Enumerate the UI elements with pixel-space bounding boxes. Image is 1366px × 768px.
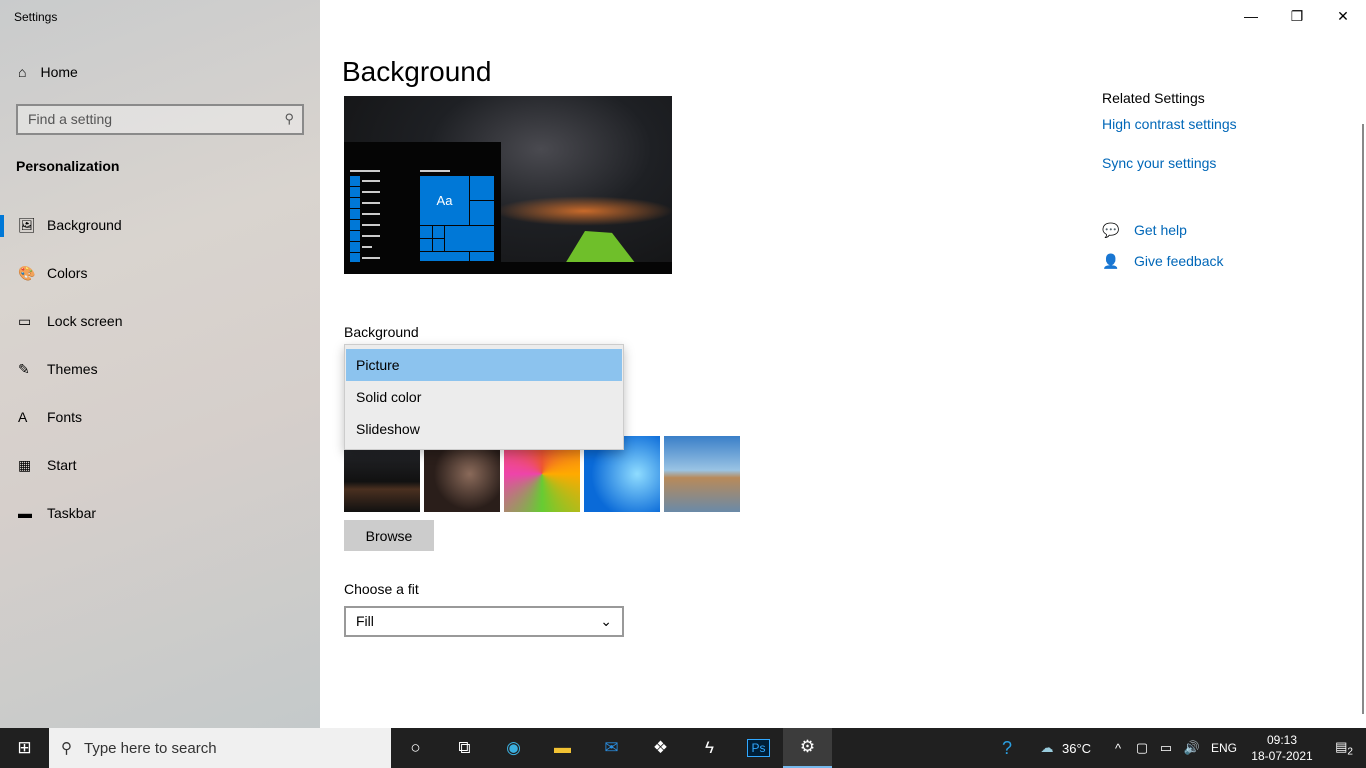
background-preview: Aa	[344, 96, 672, 274]
show-hidden-icons[interactable]: ^	[1106, 741, 1130, 756]
start-icon: ▦	[18, 456, 32, 473]
app-bolt-icon[interactable]: ϟ	[685, 728, 734, 768]
main-content: Background Aa Background Picture Solid c	[320, 0, 1366, 728]
option-solid-color[interactable]: Solid color	[346, 381, 622, 413]
search-icon: ⚲	[284, 111, 294, 126]
background-icon: 🖼	[18, 216, 36, 233]
cortana-icon[interactable]: ○	[391, 728, 440, 768]
home-link[interactable]: ⌂ Home	[18, 64, 78, 80]
sidebar-item-themes[interactable]: ✎ Themes	[0, 349, 320, 389]
get-help-link[interactable]: Get help	[1134, 222, 1187, 238]
option-slideshow[interactable]: Slideshow	[346, 413, 622, 445]
help-icon: 💬	[1102, 222, 1120, 238]
feedback-icon: 👤	[1102, 253, 1120, 269]
background-type-dropdown[interactable]: Picture Solid color Slideshow	[344, 344, 624, 450]
fit-label: Choose a fit	[344, 581, 419, 597]
clock[interactable]: 09:13 18-07-2021	[1242, 732, 1322, 764]
chevron-down-icon: ⌄	[600, 613, 612, 629]
battery-icon[interactable]: ▭	[1154, 740, 1178, 756]
language-indicator[interactable]: ENG	[1206, 741, 1242, 755]
volume-icon[interactable]: 🔊	[1178, 740, 1206, 756]
give-feedback-link[interactable]: Give feedback	[1134, 253, 1224, 269]
sidebar-item-fonts[interactable]: A Fonts	[0, 397, 320, 437]
weather-temp[interactable]: 36°C	[1062, 741, 1106, 756]
dropbox-icon[interactable]: ❖	[636, 728, 685, 768]
picture-thumb[interactable]	[664, 436, 740, 512]
fit-select[interactable]: Fill ⌄	[344, 606, 624, 637]
taskbar: ⊞ ⚲ Type here to search ○ ⧉ ◉ ▬ ✉ ❖ ϟ Ps …	[0, 728, 1366, 768]
edge-icon[interactable]: ◉	[489, 728, 538, 768]
app-title: Settings	[14, 10, 58, 24]
settings-icon[interactable]: ⚙	[783, 728, 832, 768]
close-button[interactable]: ✕	[1320, 0, 1366, 32]
scrollbar[interactable]	[1362, 124, 1364, 714]
sidebar: Settings ⌂ Home Find a setting ⚲ Personali…	[0, 0, 320, 728]
file-explorer-icon[interactable]: ▬	[538, 728, 587, 768]
browse-button[interactable]: Browse	[344, 520, 434, 551]
start-button[interactable]: ⊞	[0, 728, 49, 768]
minimize-button[interactable]: —	[1228, 0, 1274, 32]
option-picture[interactable]: Picture	[346, 349, 622, 381]
task-view-icon[interactable]: ⧉	[440, 728, 489, 768]
maximize-button[interactable]: ❐	[1274, 0, 1320, 32]
windows-icon: ⊞	[17, 738, 32, 757]
page-title: Background	[342, 56, 492, 87]
start-menu-preview: Aa	[344, 142, 501, 274]
notification-center-icon[interactable]: ▤2	[1322, 739, 1366, 758]
help-app-icon[interactable]: ?	[982, 738, 1032, 759]
search-icon: ⚲	[61, 740, 72, 757]
sidebar-item-colors[interactable]: 🎨 Colors	[0, 253, 320, 293]
sidebar-item-lock-screen[interactable]: ▭ Lock screen	[0, 301, 320, 341]
weather-icon[interactable]: ☁	[1032, 740, 1062, 756]
themes-icon: ✎	[18, 360, 30, 377]
lock-screen-icon: ▭	[18, 312, 32, 329]
meet-now-icon[interactable]: ▢	[1130, 740, 1154, 756]
photoshop-icon[interactable]: Ps	[734, 728, 783, 768]
mail-icon[interactable]: ✉	[587, 728, 636, 768]
taskbar-icon: ▬	[18, 505, 32, 521]
taskbar-search[interactable]: ⚲ Type here to search	[49, 728, 391, 768]
sidebar-item-taskbar[interactable]: ▬ Taskbar	[0, 493, 320, 533]
colors-icon: 🎨	[18, 264, 36, 281]
sidebar-item-start[interactable]: ▦ Start	[0, 445, 320, 485]
section-title: Personalization	[16, 158, 120, 174]
home-icon: ⌂	[18, 64, 27, 80]
background-label: Background	[344, 324, 419, 340]
find-setting-input[interactable]: Find a setting ⚲	[16, 104, 304, 135]
high-contrast-link[interactable]: High contrast settings	[1102, 116, 1237, 132]
related-settings-heading: Related Settings	[1102, 90, 1205, 106]
fonts-icon: A	[18, 409, 28, 425]
sidebar-item-background[interactable]: 🖼 Background	[0, 205, 320, 245]
sync-settings-link[interactable]: Sync your settings	[1102, 155, 1216, 171]
